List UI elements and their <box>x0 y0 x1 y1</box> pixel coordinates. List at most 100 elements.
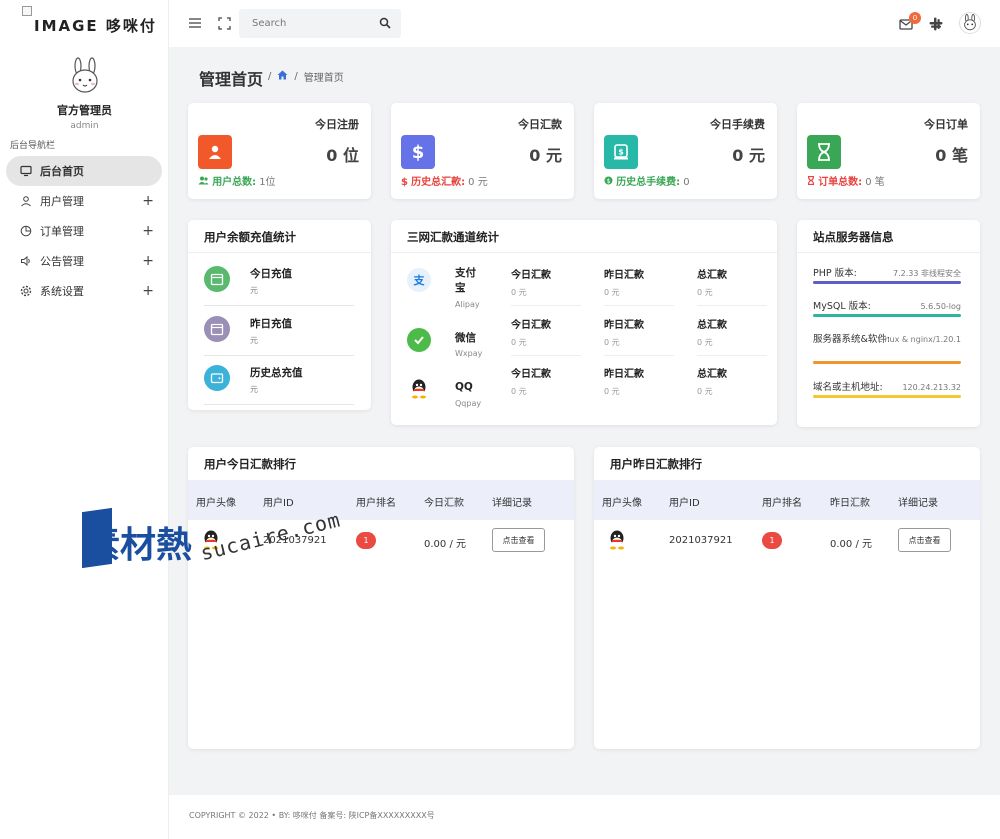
svg-text:支: 支 <box>413 273 426 287</box>
stat-label: 总汇款 <box>697 320 727 331</box>
card-title: 三网汇款通道统计 <box>391 220 777 253</box>
stat-footer-value: 0 <box>683 177 690 188</box>
qq-icon <box>407 377 431 401</box>
page-title: 管理首页 <box>199 70 264 89</box>
recharge-row-total: 历史总充值 元 <box>204 357 354 405</box>
column-header: 详细记录 <box>898 498 938 509</box>
stat-value: 0 笔 <box>935 146 968 165</box>
stat-footer: 用户总数: 1位 <box>198 173 276 188</box>
calendar-icon <box>204 266 230 292</box>
qq-avatar-icon <box>605 528 629 552</box>
card-title: 用户昨日汇款排行 <box>610 457 702 471</box>
stat-title: 今日订单 <box>924 118 968 131</box>
stat-card-fees: 今日手续费 0 元 $ $ 历史总手续费: 0 <box>594 103 777 199</box>
channel-name: 支付宝 <box>455 267 476 294</box>
logo[interactable]: IMAGE 哆咪付 <box>22 6 162 40</box>
search-input[interactable] <box>239 9 401 38</box>
stat-value: 0 元 <box>697 387 713 396</box>
sidebar-item-home[interactable]: 后台首页 <box>6 156 162 186</box>
sidebar-item-label: 系统设置 <box>40 285 84 298</box>
expand-icon[interactable]: + <box>142 283 154 299</box>
recharge-label: 今日充值 <box>250 268 292 280</box>
column-header: 今日汇款 <box>424 498 464 509</box>
view-details-button[interactable]: 点击查看 <box>492 528 545 552</box>
hourglass-icon <box>807 175 818 188</box>
column-header: 用户ID <box>263 498 294 509</box>
stat-value: 0 元 <box>697 288 713 297</box>
channel-stat: 今日汇款 0 元 <box>511 365 581 405</box>
recharge-unit: 元 <box>250 385 258 394</box>
avatar[interactable] <box>63 56 106 98</box>
stat-card-registrations: 今日注册 0 位 用户总数: 1位 <box>188 103 371 199</box>
stat-footer: $ 历史总汇款: 0 元 <box>401 173 488 188</box>
user-avatar[interactable] <box>959 12 981 34</box>
sidebar-item-label: 用户管理 <box>40 195 84 208</box>
sidebar-item-settings[interactable]: 系统设置 + <box>6 276 162 306</box>
channel-row-alipay: 支 支付宝 Alipay 今日汇款 0 元 昨日汇款 0 元 总汇款 0 元 <box>407 260 767 309</box>
user-id: 2021037921 <box>669 535 733 546</box>
topbar: 0 <box>169 0 1000 47</box>
stat-footer: 订单总数: 0 笔 <box>807 173 885 188</box>
breadcrumb: / / 管理首页 <box>268 69 344 84</box>
stat-label: 昨日汇款 <box>604 270 644 281</box>
watermark-latin: sucaire.com <box>198 507 343 566</box>
stat-value: 0 元 <box>732 146 765 165</box>
svg-text:$: $ <box>618 148 624 157</box>
amount: 0.00 / 元 <box>830 539 872 550</box>
dollar-icon: $ <box>401 177 408 188</box>
speaker-icon <box>20 255 32 267</box>
stat-value: 0 元 <box>529 146 562 165</box>
recharge-stats-card: 用户余额充值统计 今日充值 元 昨日充值 元 历史总充值 元 <box>188 220 371 410</box>
stat-label: 今日汇款 <box>511 369 551 380</box>
search-icon[interactable] <box>379 17 391 29</box>
sidebar-item-label: 公告管理 <box>40 255 84 268</box>
sidebar-nav: 后台首页 用户管理 + 订单管理 + 公告管理 + 系统设置 + <box>6 156 162 306</box>
stat-value: 0 元 <box>511 288 527 297</box>
profile-role: admin <box>70 121 99 131</box>
sidebar-item-label: 后台首页 <box>40 165 84 178</box>
expand-icon[interactable]: + <box>142 253 154 269</box>
expand-icon[interactable]: + <box>142 193 154 209</box>
user-icon <box>20 195 32 207</box>
sidebar-item-orders[interactable]: 订单管理 + <box>6 216 162 246</box>
slack-icon[interactable] <box>927 15 945 33</box>
copyright-text: COPYRIGHT © 2022 • BY: 哆咪付 备案号: 陕ICP备XXX… <box>189 811 435 820</box>
sidebar-item-users[interactable]: 用户管理 + <box>6 186 162 216</box>
server-value: 120.24.213.32 <box>902 383 961 392</box>
sidebar-item-announcements[interactable]: 公告管理 + <box>6 246 162 276</box>
breadcrumb-separator: / <box>294 71 298 82</box>
gear-icon <box>20 285 32 297</box>
search-box <box>239 9 401 38</box>
progress-bar <box>813 361 961 364</box>
menu-icon[interactable] <box>186 14 204 32</box>
stat-label: 昨日汇款 <box>604 369 644 380</box>
rank-badge: 1 <box>762 532 782 549</box>
channel-stat: 今日汇款 0 元 <box>511 266 581 306</box>
monitor-icon <box>20 165 32 177</box>
server-label: PHP 版本: <box>813 268 857 279</box>
recharge-row-yesterday: 昨日充值 元 <box>204 308 354 356</box>
recharge-unit: 元 <box>250 336 258 345</box>
column-header: 用户头像 <box>602 498 642 509</box>
stat-label: 今日汇款 <box>511 270 551 281</box>
server-label: 域名或主机地址: <box>813 382 883 393</box>
column-header: 昨日汇款 <box>830 498 870 509</box>
breadcrumb-current: 管理首页 <box>303 73 344 84</box>
view-details-button[interactable]: 点击查看 <box>898 528 951 552</box>
home-icon[interactable] <box>277 70 288 83</box>
stat-footer-value: 1位 <box>259 177 276 188</box>
card-title: 用户今日汇款排行 <box>204 457 296 471</box>
footer: COPYRIGHT © 2022 • BY: 哆咪付 备案号: 陕ICP备XXX… <box>169 795 1000 839</box>
column-header: 用户排名 <box>356 498 396 509</box>
channel-code: Qqpay <box>455 399 482 408</box>
wallet-icon <box>204 365 230 391</box>
expand-icon[interactable]: + <box>142 223 154 239</box>
channel-stat: 昨日汇款 0 元 <box>604 266 674 306</box>
column-header: 详细记录 <box>492 498 532 509</box>
stat-footer-label: 用户总数: <box>212 177 257 188</box>
stat-footer-value: 0 笔 <box>865 177 885 188</box>
profile-name: 官方管理员 <box>57 104 112 117</box>
stat-footer-label: 历史总汇款: <box>411 177 466 188</box>
fullscreen-icon[interactable] <box>215 14 233 32</box>
hourglass-icon <box>807 135 841 169</box>
